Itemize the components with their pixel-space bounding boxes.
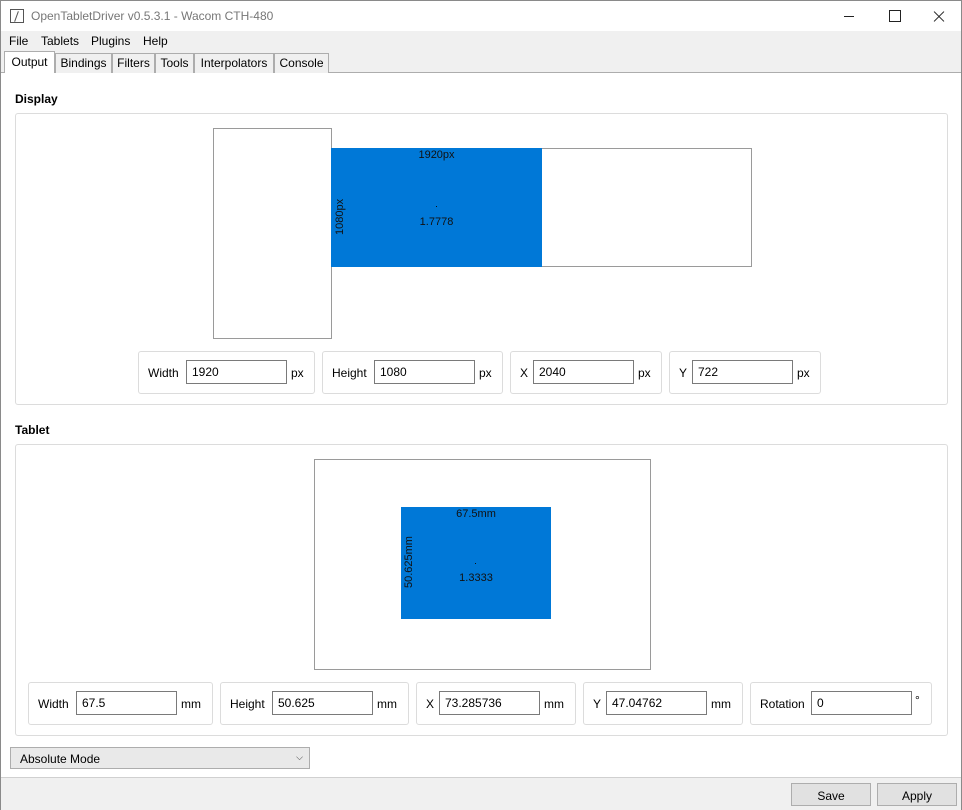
tab-output[interactable]: Output xyxy=(4,51,55,73)
tablet-height-field: Height mm xyxy=(220,682,409,725)
minimize-icon[interactable] xyxy=(826,1,872,31)
tab-tools[interactable]: Tools xyxy=(155,53,194,73)
menu-plugins[interactable]: Plugins xyxy=(91,34,130,48)
display-x-input[interactable] xyxy=(533,360,634,384)
display-section-label: Display xyxy=(15,92,58,106)
display-y-label: Y xyxy=(679,366,688,380)
display-area-width-label: 1920px xyxy=(418,149,455,161)
window-title: OpenTabletDriver v0.5.3.1 - Wacom CTH-48… xyxy=(31,9,274,23)
menu-bar: File Tablets Plugins Help xyxy=(1,31,961,51)
tablet-x-unit: mm xyxy=(544,697,564,711)
display-area-center xyxy=(436,206,437,207)
tab-bar: Output Bindings Filters Tools Interpolat… xyxy=(1,51,961,73)
tab-bindings[interactable]: Bindings xyxy=(55,53,112,73)
tablet-x-label: X xyxy=(426,697,435,711)
title-bar[interactable]: OpenTabletDriver v0.5.3.1 - Wacom CTH-48… xyxy=(1,1,961,31)
tablet-rotation-input[interactable] xyxy=(811,691,912,715)
tablet-width-input[interactable] xyxy=(76,691,177,715)
tab-console[interactable]: Console xyxy=(274,53,329,73)
display-area-ratio: 1.7778 xyxy=(419,216,454,228)
display-monitor-1 xyxy=(213,128,332,339)
tablet-width-field: Width mm xyxy=(28,682,213,725)
tablet-y-field: Y mm xyxy=(583,682,743,725)
tab-interpolators[interactable]: Interpolators xyxy=(194,53,274,73)
tablet-y-unit: mm xyxy=(711,697,731,711)
menu-tablets[interactable]: Tablets xyxy=(41,34,79,48)
display-y-field: Y px xyxy=(669,351,821,394)
tablet-y-input[interactable] xyxy=(606,691,707,715)
display-height-label: Height xyxy=(332,366,367,380)
tablet-width-unit: mm xyxy=(181,697,201,711)
display-width-label: Width xyxy=(148,366,179,380)
display-width-field: Width px xyxy=(138,351,315,394)
tablet-height-input[interactable] xyxy=(272,691,373,715)
tablet-width-label: Width xyxy=(38,697,69,711)
display-x-label: X xyxy=(520,366,529,380)
display-x-field: X px xyxy=(510,351,662,394)
display-width-unit: px xyxy=(291,366,304,380)
maximize-icon[interactable] xyxy=(871,1,917,31)
display-height-field: Height px xyxy=(322,351,503,394)
tablet-x-input[interactable] xyxy=(439,691,540,715)
footer-bar: Save Apply xyxy=(1,777,961,810)
tablet-rotation-label: Rotation xyxy=(760,697,805,711)
output-mode-select[interactable]: Absolute Mode ⌵ xyxy=(10,747,310,769)
tablet-rotation-unit: ° xyxy=(915,693,920,707)
tablet-area-ratio: 1.3333 xyxy=(459,572,493,584)
app-icon xyxy=(10,9,24,23)
display-height-unit: px xyxy=(479,366,492,380)
tablet-area-center xyxy=(475,563,476,564)
display-y-unit: px xyxy=(797,366,810,380)
menu-help[interactable]: Help xyxy=(143,34,168,48)
save-button[interactable]: Save xyxy=(791,783,871,806)
close-icon[interactable] xyxy=(916,1,962,31)
tab-filters[interactable]: Filters xyxy=(112,53,155,73)
menu-file[interactable]: File xyxy=(9,34,28,48)
display-height-input[interactable] xyxy=(374,360,475,384)
tablet-y-label: Y xyxy=(593,697,602,711)
apply-button[interactable]: Apply xyxy=(877,783,957,806)
display-x-unit: px xyxy=(638,366,651,380)
display-width-input[interactable] xyxy=(186,360,287,384)
tablet-height-label: Height xyxy=(230,697,265,711)
app-window: OpenTabletDriver v0.5.3.1 - Wacom CTH-48… xyxy=(0,0,962,810)
tablet-area[interactable]: 67.5mm 50.625mm 1.3333 xyxy=(401,507,551,619)
display-area[interactable]: 1920px 1080px 1.7778 xyxy=(331,148,542,267)
output-mode-value: Absolute Mode xyxy=(20,752,101,766)
tablet-area-width-label: 67.5mm xyxy=(456,508,496,520)
tablet-rotation-field: Rotation ° xyxy=(750,682,932,725)
display-y-input[interactable] xyxy=(692,360,793,384)
tablet-x-field: X mm xyxy=(416,682,576,725)
tablet-section-label: Tablet xyxy=(15,423,50,437)
tablet-height-unit: mm xyxy=(377,697,397,711)
chevron-down-icon: ⌵ xyxy=(296,752,303,762)
